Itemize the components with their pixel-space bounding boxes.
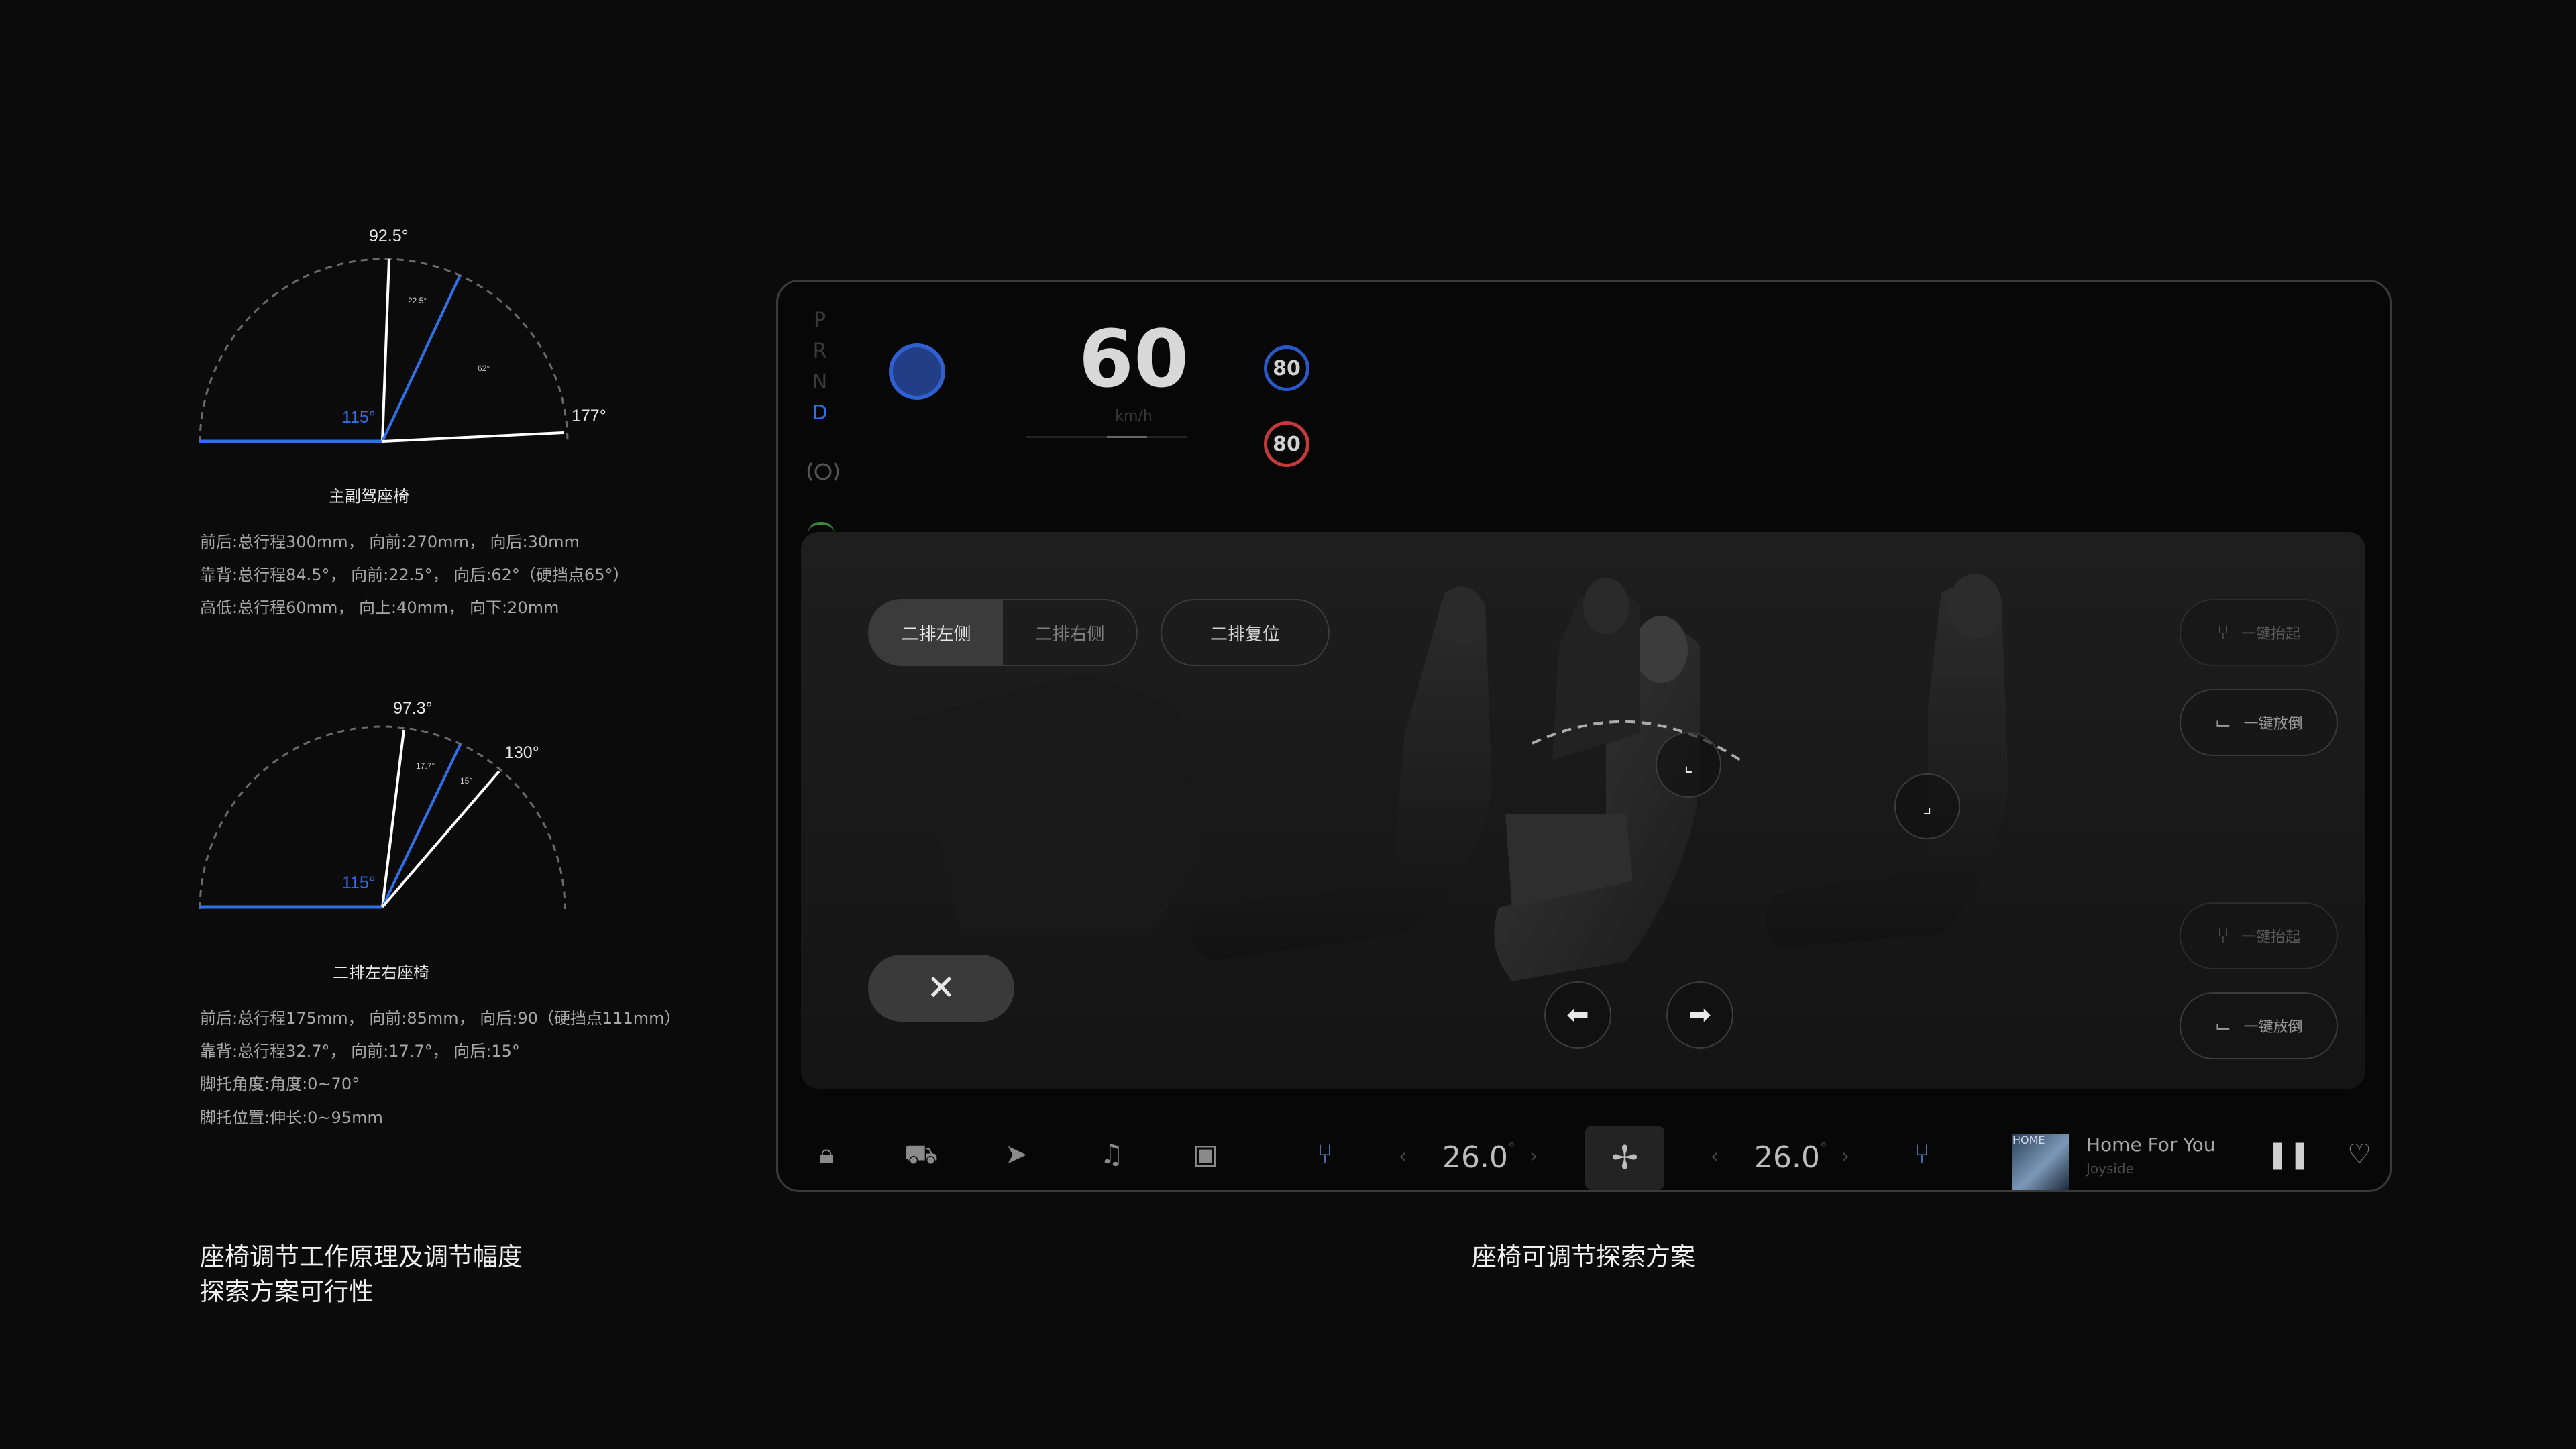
seat-heat-right-icon[interactable]: ⑂ bbox=[1905, 1139, 1939, 1170]
seat-slide-back-button[interactable]: ➡ bbox=[1666, 981, 1733, 1049]
bottom-dock: 🔒︎ ⛟ ➤ ♫ ▣ ⑂ ‹ 26.0° › ✢ ‹ 26.0° › ⑂ HOM… bbox=[778, 1114, 2390, 1190]
music-icon[interactable]: ♫ bbox=[1095, 1139, 1128, 1170]
temp-left-value: 26.0 bbox=[1442, 1140, 1508, 1175]
temp-unit: ° bbox=[1819, 1140, 1827, 1157]
seat-raise-icon: ⑂ bbox=[2216, 924, 2229, 948]
angle-label-top: 97.3° bbox=[393, 699, 433, 718]
one-key-raise-label: 一键抬起 bbox=[2241, 626, 2300, 643]
favorite-heart-icon[interactable]: ♡ bbox=[2343, 1139, 2376, 1170]
angle-label-right: 177° bbox=[572, 407, 606, 425]
seat-angle-diagram-front: 92.5° 22.5° 62° 177° 115° bbox=[199, 227, 606, 443]
driver-assist-icon bbox=[889, 343, 945, 400]
angle-label-right: 130° bbox=[504, 743, 539, 762]
angle-label-inner: 15° bbox=[460, 776, 472, 786]
temp-unit: ° bbox=[1507, 1140, 1515, 1157]
song-artist: Joyside bbox=[2086, 1161, 2134, 1177]
arrow-left-icon: ⬅ bbox=[1566, 1000, 1589, 1030]
seat-adjustment-panel: 二排左侧 二排右侧 二排复位 ⌞ ⌟ ⬅ ➡ ✕ ⑂ 一键抬起 ⌙ 一键放倒 ⑂… bbox=[801, 532, 2365, 1089]
row-selector: 二排左侧 二排右侧 bbox=[868, 599, 1138, 666]
pause-icon[interactable]: ❚❚ bbox=[2266, 1139, 2311, 1170]
reset-row2-button[interactable]: 二排复位 bbox=[1161, 599, 1330, 666]
tab-row2-right[interactable]: 二排右侧 bbox=[1003, 600, 1136, 665]
angle-label-left: 115° bbox=[342, 873, 376, 892]
caption-right: 座椅可调节探索方案 bbox=[1472, 1242, 1695, 1271]
recline-back-button[interactable]: ⌟ bbox=[1894, 773, 1960, 839]
seat-fold-icon: ⌙ bbox=[2214, 710, 2232, 735]
gear-n[interactable]: N bbox=[812, 370, 828, 394]
album-art[interactable]: HOME bbox=[2012, 1134, 2069, 1190]
temp-right: 26.0° bbox=[1754, 1140, 1827, 1175]
close-panel-button[interactable]: ✕ bbox=[868, 955, 1014, 1022]
caption-left-line2: 探索方案可行性 bbox=[200, 1277, 374, 1306]
spec-line: 脚托位置:伸长:0~95mm bbox=[200, 1108, 383, 1127]
temp-left-increase-icon[interactable]: › bbox=[1529, 1144, 1538, 1168]
seat-angle-diagram-rear: 97.3° 17.7° 15° 130° 115° bbox=[199, 699, 566, 910]
car-icon[interactable]: ⛟ bbox=[904, 1139, 938, 1173]
fan-button[interactable]: ✢ bbox=[1585, 1126, 1664, 1190]
album-art-text: HOME bbox=[2012, 1134, 2045, 1146]
speed-limit-sign-blue: 80 bbox=[1264, 345, 1309, 391]
diagram-title-rear: 二排左右座椅 bbox=[333, 963, 429, 982]
temp-right-decrease-icon[interactable]: ‹ bbox=[1711, 1144, 1719, 1168]
gear-p[interactable]: P bbox=[812, 309, 828, 332]
one-key-fold-button-rear[interactable]: ⌙ 一键放倒 bbox=[2180, 992, 2338, 1059]
speed-unit: km/h bbox=[1115, 408, 1152, 425]
angle-label-left: 115° bbox=[342, 408, 376, 427]
one-key-raise-button[interactable]: ⑂ 一键抬起 bbox=[2180, 599, 2338, 666]
angle-label-top: 92.5° bbox=[369, 227, 409, 246]
spec-line: 前后:总行程300mm， 向前:270mm， 向后:30mm bbox=[200, 533, 580, 551]
seat-heat-left-icon[interactable]: ⑂ bbox=[1308, 1139, 1342, 1170]
speed-bar bbox=[1026, 436, 1187, 438]
seat-slide-forward-button[interactable]: ⬅ bbox=[1544, 981, 1611, 1049]
recline-forward-button[interactable]: ⌞ bbox=[1656, 732, 1721, 798]
angle-label-mid: 17.7° bbox=[416, 761, 435, 771]
car-display-screen: P R N D 60 km/h 80 80 二排左侧 二排右侧 二排复位 ⌞ ⌟… bbox=[776, 280, 2392, 1192]
fan-icon: ✢ bbox=[1611, 1139, 1639, 1177]
temp-left: 26.0° bbox=[1442, 1140, 1515, 1175]
spec-line: 高低:总行程60mm， 向上:40mm， 向下:20mm bbox=[200, 598, 559, 617]
song-title: Home For You bbox=[2086, 1134, 2216, 1156]
recline-back-icon: ⌟ bbox=[1923, 795, 1932, 818]
speed-limit-sign-red: 80 bbox=[1264, 421, 1309, 467]
parking-sensor-icon bbox=[807, 462, 839, 481]
gear-r[interactable]: R bbox=[812, 339, 828, 363]
seat-fold-icon: ⌙ bbox=[2214, 1014, 2232, 1038]
spec-line: 脚托角度:角度:0~70° bbox=[200, 1075, 360, 1093]
close-icon: ✕ bbox=[926, 968, 956, 1008]
temp-left-decrease-icon[interactable]: ‹ bbox=[1399, 1144, 1407, 1168]
lock-icon[interactable]: 🔒︎ bbox=[810, 1139, 843, 1170]
spec-line: 前后:总行程175mm， 向前:85mm， 向后:90（硬挡点111mm） bbox=[200, 1009, 681, 1028]
angle-label-mid: 22.5° bbox=[408, 296, 427, 305]
one-key-raise-button-rear[interactable]: ⑂ 一键抬起 bbox=[2180, 902, 2338, 969]
seat-raise-icon: ⑂ bbox=[2216, 621, 2229, 645]
angle-label-inner: 62° bbox=[478, 364, 490, 373]
one-key-fold-button[interactable]: ⌙ 一键放倒 bbox=[2180, 689, 2338, 756]
arrow-right-icon: ➡ bbox=[1688, 1000, 1711, 1030]
temp-right-increase-icon[interactable]: › bbox=[1841, 1144, 1849, 1168]
tab-row2-left[interactable]: 二排左侧 bbox=[869, 600, 1003, 665]
spec-line: 靠背:总行程84.5°， 向前:22.5°， 向后:62°（硬挡点65°） bbox=[200, 566, 629, 584]
navigation-icon[interactable]: ➤ bbox=[1000, 1139, 1033, 1170]
recline-forward-icon: ⌞ bbox=[1684, 753, 1693, 776]
temp-right-value: 26.0 bbox=[1754, 1140, 1820, 1175]
one-key-fold-label: 一键放倒 bbox=[2243, 716, 2303, 733]
speed-readout: 60 bbox=[1078, 313, 1189, 405]
caption-left: 座椅调节工作原理及调节幅度 探索方案可行性 bbox=[200, 1240, 523, 1309]
spec-line: 靠背:总行程32.7°， 向前:17.7°， 向后:15° bbox=[200, 1042, 520, 1061]
gear-d[interactable]: D bbox=[812, 401, 828, 425]
apps-icon[interactable]: ▣ bbox=[1189, 1139, 1222, 1170]
one-key-fold-label: 一键放倒 bbox=[2243, 1019, 2303, 1036]
diagram-title-front: 主副驾座椅 bbox=[329, 487, 409, 506]
one-key-raise-label: 一键抬起 bbox=[2241, 929, 2300, 946]
caption-left-line1: 座椅调节工作原理及调节幅度 bbox=[200, 1242, 523, 1271]
